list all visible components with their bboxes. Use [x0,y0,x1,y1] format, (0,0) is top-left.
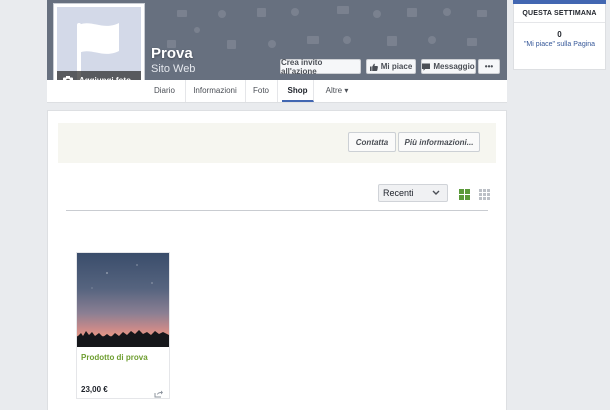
product-image[interactable] [77,253,169,347]
tab-shop[interactable]: Shop [282,80,314,102]
product-price: 23,00 € [81,385,108,394]
contact-button[interactable]: Contatta [348,132,396,152]
list-view-icon[interactable] [479,187,490,200]
tab-label: Informazioni [193,86,237,95]
likes-link[interactable]: "Mi piace" sulla Pagina [514,40,605,49]
weekly-heading: QUESTA SETTIMANA [514,4,605,23]
page-category[interactable]: Sito Web [151,63,195,75]
chevron-down-icon [432,186,440,206]
more-options-button[interactable]: ••• [478,59,500,74]
tree-silhouette [77,264,169,347]
shop-actions-strip: Contatta Più informazioni... [58,123,496,163]
product-name[interactable]: Prodotto di prova [81,353,148,362]
page-tabs: Diario Informazioni Foto Shop Altre ▾ [47,80,507,103]
create-cta-label: Crea invito all'azione [281,57,323,76]
create-cta-button[interactable]: Crea invito all'azione [280,57,361,76]
sort-dropdown[interactable]: Recenti [378,184,448,202]
page-title[interactable]: Prova [151,45,193,62]
grid-view-icon[interactable] [459,187,470,200]
contact-label: Contatta [355,137,389,147]
tab-foto[interactable]: Foto [245,80,278,102]
like-label: Mi piace [380,62,413,71]
tab-label: Altre ▾ [325,86,349,95]
product-card[interactable]: Prodotto di prova 23,00 € [76,252,170,399]
like-button[interactable]: Mi piace [366,59,416,74]
more-info-button[interactable]: Più informazioni... [398,132,480,152]
more-info-label: Più informazioni... [404,137,474,147]
thumbs-up-icon [369,63,378,71]
message-button[interactable]: Messaggio [421,59,476,74]
tab-label: Shop [287,86,308,95]
sort-value: Recenti [383,188,414,198]
tab-label: Foto [252,86,269,95]
message-icon [422,63,431,71]
tab-informazioni[interactable]: Informazioni [185,80,246,102]
tab-altre[interactable]: Altre ▾ [317,80,357,102]
more-options-label: ••• [484,62,494,71]
weekly-stats-box: QUESTA SETTIMANA 0 "Mi piace" sulla Pagi… [513,0,606,70]
shop-panel: Contatta Più informazioni... Recenti Pro… [47,110,507,410]
message-label: Messaggio [433,62,475,71]
tab-diario[interactable]: Diario [47,80,186,102]
likes-count: 0 [557,30,562,39]
tab-label: Diario [154,86,175,95]
share-icon[interactable] [154,385,163,403]
divider [66,210,488,211]
